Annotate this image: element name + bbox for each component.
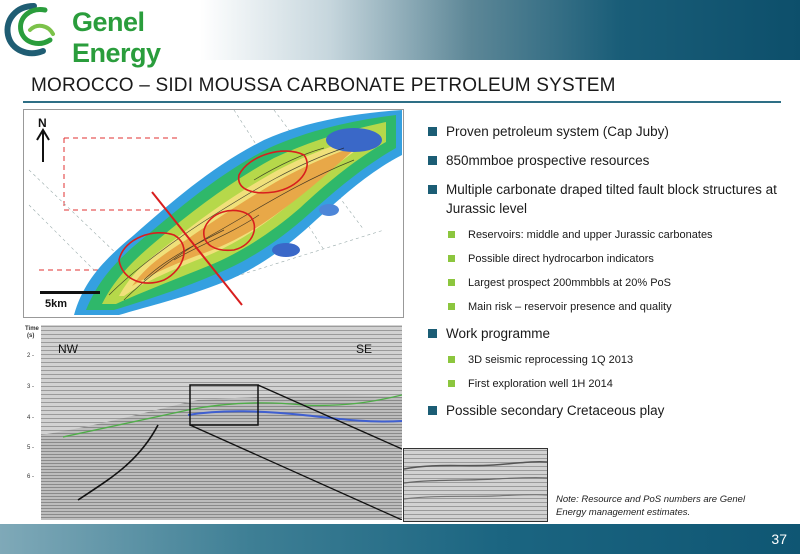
genel-logo-icon — [4, 3, 55, 57]
time-tick: 2 - — [27, 353, 35, 359]
scale-label: 5km — [45, 298, 67, 310]
time-tick: 3 - — [27, 384, 35, 390]
nw-label: NW — [58, 342, 78, 356]
sub-bullet-item: Main risk – reservoir presence and quali… — [428, 300, 788, 314]
map-graphic: N 5km — [28, 110, 402, 315]
se-label: SE — [356, 342, 373, 356]
sub-bullet-item: Largest prospect 200mmbbls at 20% PoS — [428, 276, 788, 290]
seismic-zoom-inset — [403, 448, 548, 522]
header-banner: Genel Energy — [0, 0, 800, 68]
company-logo: Genel Energy — [0, 0, 210, 68]
sub-bullet-item: First exploration well 1H 2014 — [428, 377, 788, 391]
north-label: N — [38, 116, 47, 130]
time-axis-unit: (s) — [27, 333, 35, 339]
prospect-map: N 5km — [23, 109, 404, 318]
bullet-item: Work programme — [428, 324, 788, 343]
bullet-list: Proven petroleum system (Cap Juby) 850mm… — [428, 122, 788, 430]
time-tick: 5 - — [27, 445, 35, 451]
bullet-item: 850mmboe prospective resources — [428, 151, 788, 170]
seismic-graphic — [23, 325, 402, 520]
footer-bar: 37 — [0, 524, 800, 554]
bullet-item: Multiple carbonate draped tilted fault b… — [428, 180, 788, 218]
bullet-item: Possible secondary Cretaceous play — [428, 401, 788, 420]
sub-bullet-item: Reservoirs: middle and upper Jurassic ca… — [428, 228, 788, 242]
inset-graphic — [404, 449, 547, 521]
logo-text: Genel Energy — [72, 7, 161, 68]
page-number: 37 — [771, 531, 787, 547]
sub-bullet-item: Possible direct hydrocarbon indicators — [428, 252, 788, 266]
time-tick: 4 - — [27, 415, 35, 421]
time-axis-title: Time — [25, 326, 39, 332]
page-title: MOROCCO – SIDI MOUSSA CARBONATE PETROLEU… — [31, 75, 616, 96]
sub-bullet-item: 3D seismic reprocessing 1Q 2013 — [428, 353, 788, 367]
title-divider — [23, 101, 781, 103]
bullet-item: Proven petroleum system (Cap Juby) — [428, 122, 788, 141]
scale-bar — [40, 291, 100, 294]
seismic-section: Time (s) 2 - 3 - 4 - 5 - 6 - NW SE — [23, 325, 402, 520]
time-tick: 6 - — [27, 474, 35, 480]
footnote: Note: Resource and PoS numbers are Genel… — [556, 494, 746, 518]
